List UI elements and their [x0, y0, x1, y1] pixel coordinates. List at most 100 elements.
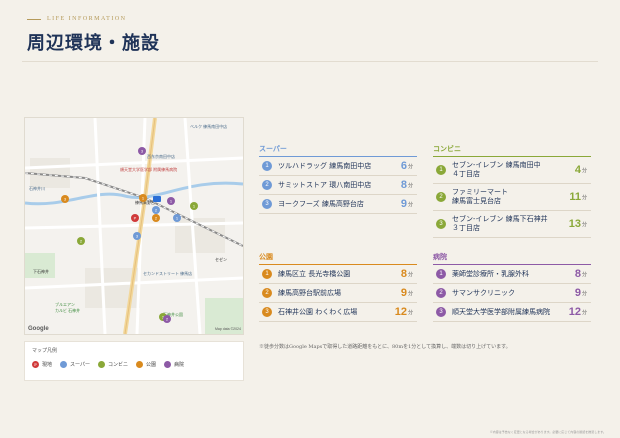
- facility-name: サマンサクリニック: [452, 288, 515, 297]
- pin-hospital-3[interactable]: 3: [138, 147, 146, 155]
- pin-hospital-1[interactable]: 1: [167, 197, 175, 205]
- pin-super-2[interactable]: 2: [152, 206, 160, 214]
- legend-label: 公園: [145, 362, 156, 368]
- facility-number: 1: [436, 269, 446, 279]
- facility-row[interactable]: 1 薬師堂診療所・乳腺外科 8 分: [433, 265, 591, 284]
- facility-row[interactable]: 1 セブン-イレブン 練馬南田中 ４丁目店 4 分: [433, 157, 591, 184]
- facility-row[interactable]: 2 練馬高野台駅前広場 9 分: [259, 284, 417, 303]
- facility-row[interactable]: 3 順天堂大学医学部附属練馬病院 12 分: [433, 303, 591, 322]
- facility-number: 3: [262, 199, 272, 209]
- legend-dot: P: [32, 361, 39, 368]
- minutes-unit: 分: [581, 290, 587, 297]
- pin-site[interactable]: P: [131, 214, 139, 222]
- facility-row[interactable]: 1 練馬区立 長光寺橋公園 8 分: [259, 265, 417, 284]
- facility-row[interactable]: 2 サマンサクリニック 9 分: [433, 284, 591, 303]
- walking-minutes: 8: [400, 179, 407, 191]
- facility-row[interactable]: 1 ツルハドラッグ 練馬南田中店 6 分: [259, 157, 417, 176]
- minutes-unit: 分: [407, 309, 413, 316]
- minutes-unit: 分: [581, 271, 587, 278]
- legend-dot: [97, 361, 105, 368]
- eyebrow-rule: [27, 18, 41, 20]
- legend-item: スーパー: [60, 361, 90, 368]
- legend-title: マップ凡例: [32, 348, 58, 354]
- map-label-aeon: ブルエアン: [55, 301, 75, 307]
- area-map[interactable]: ベルク 練馬南田中店 西东京南田中店 順天堂大学医学部 附属練馬病院 石神井川 …: [24, 117, 244, 335]
- facility-number: 3: [262, 307, 272, 317]
- pin-conveni-1[interactable]: 1: [190, 202, 198, 210]
- map-label-hospital: 順天堂大学医学部 附属練馬病院: [120, 166, 177, 172]
- section-park: 公園 1 練馬区立 長光寺橋公園 8 分 2 練馬高野台駅前広場 9 分 3 石神井公園 わくわく広…: [259, 252, 417, 322]
- pin-park-1[interactable]: 1: [139, 194, 147, 202]
- legend-dot: [60, 361, 68, 368]
- legend-item: コンビニ: [97, 361, 128, 368]
- walking-minutes: 12: [394, 306, 407, 318]
- minutes-unit: 分: [407, 290, 413, 297]
- facility-number: 2: [436, 288, 446, 298]
- facility-name: ツルハドラッグ 練馬南田中店: [278, 161, 372, 170]
- facility-row[interactable]: 2 ファミリーマート 練馬富士見台店 11 分: [433, 184, 591, 211]
- facility-number: 1: [436, 165, 446, 175]
- facility-row[interactable]: 3 セブン-イレブン 練馬下石神井 ３丁目店 13 分: [433, 211, 591, 238]
- walking-minutes: 9: [574, 287, 581, 299]
- map-label-sezen: セゼン: [215, 256, 227, 262]
- pin-park-2[interactable]: 2: [152, 214, 160, 222]
- map-legend: マップ凡例 P 現地 スーパー コンビニ 公園 病院: [24, 341, 244, 381]
- walking-minutes: 4: [574, 164, 581, 176]
- pin-super-3[interactable]: 3: [133, 232, 141, 240]
- facility-row[interactable]: 3 ヨークフーズ 練馬高野台店 9 分: [259, 195, 417, 214]
- facility-name: サミットストア 環八南田中店: [278, 180, 372, 189]
- minutes-unit: 分: [581, 167, 587, 174]
- walking-minutes: 9: [400, 287, 407, 299]
- facility-number: 1: [262, 161, 272, 171]
- facility-row[interactable]: 2 サミットストア 環八南田中店 8 分: [259, 176, 417, 195]
- section-title: スーパー: [259, 144, 417, 157]
- facility-number: 3: [436, 307, 446, 317]
- minutes-unit: 分: [407, 271, 413, 278]
- walking-minutes: 12: [568, 306, 581, 318]
- facility-number: 1: [262, 269, 272, 279]
- facility-number: 2: [262, 288, 272, 298]
- map-label-shimoshakujii: 下石神井: [33, 268, 49, 274]
- walking-time-note: ※徒歩分数はGoogle Mapsで取得した道路距離をもとに、80mを1分として…: [259, 344, 511, 350]
- map-copyright: Map data ©2024: [215, 327, 241, 331]
- section-hospital: 病院 1 薬師堂診療所・乳腺外科 8 分 2 サマンサクリニック 9 分 3 順天堂大学医学部附属練…: [433, 252, 591, 322]
- facility-name: セブン-イレブン 練馬南田中 ４丁目店: [452, 161, 541, 178]
- walking-minutes: 9: [400, 198, 407, 210]
- minutes-unit: 分: [407, 163, 413, 170]
- legend-item: 病院: [164, 361, 184, 368]
- legend-items: P 現地 スーパー コンビニ 公園 病院: [32, 361, 184, 368]
- facility-name: セブン-イレブン 練馬下石神井 ３丁目店: [452, 215, 548, 232]
- facility-number: 3: [436, 219, 446, 229]
- legend-label: 病院: [174, 362, 185, 368]
- facility-name: ファミリーマート 練馬富士見台店: [452, 188, 508, 205]
- pin-hospital-2[interactable]: 2: [163, 315, 171, 323]
- facility-name: 練馬区立 長光寺橋公園: [278, 269, 351, 278]
- google-logo: Google: [28, 326, 49, 332]
- facility-number: 2: [436, 192, 446, 202]
- footnote: ※内容は予告なく変更となる場合があります。必要に応じて内容の確認を推奨します。: [489, 430, 606, 434]
- walking-minutes: 8: [400, 268, 407, 280]
- minutes-unit: 分: [581, 221, 587, 228]
- legend-item: P 現地: [32, 361, 52, 368]
- section-title: コンビニ: [433, 144, 591, 157]
- map-canvas: ベルク 練馬南田中店 西东京南田中店 順天堂大学医学部 附属練馬病院 石神井川 …: [25, 118, 243, 334]
- legend-label: コンビニ: [107, 362, 128, 368]
- pin-conveni-2[interactable]: 2: [77, 237, 85, 245]
- facility-row[interactable]: 3 石神井公園 わくわく広場 12 分: [259, 303, 417, 322]
- map-label-guide: カルビ 石神井: [55, 307, 80, 313]
- pin-park-3[interactable]: 3: [61, 195, 69, 203]
- map-label-shakujii: 石神井川: [29, 185, 45, 191]
- walking-minutes: 11: [569, 191, 581, 203]
- map-label-belc: ベルク 練馬南田中店: [190, 123, 227, 129]
- facility-name: 石神井公園 わくわく広場: [278, 307, 358, 316]
- walking-minutes: 6: [400, 160, 407, 172]
- minutes-unit: 分: [581, 309, 587, 316]
- legend-label: スーパー: [70, 362, 90, 368]
- pin-super-1[interactable]: 1: [173, 214, 181, 222]
- divider: [22, 61, 598, 62]
- eyebrow: LIFE INFORMATION: [27, 16, 127, 22]
- minutes-unit: 分: [407, 182, 413, 189]
- map-label-school: 西东京南田中店: [147, 153, 175, 159]
- svg-text:P: P: [134, 216, 137, 221]
- walking-minutes: 8: [574, 268, 581, 280]
